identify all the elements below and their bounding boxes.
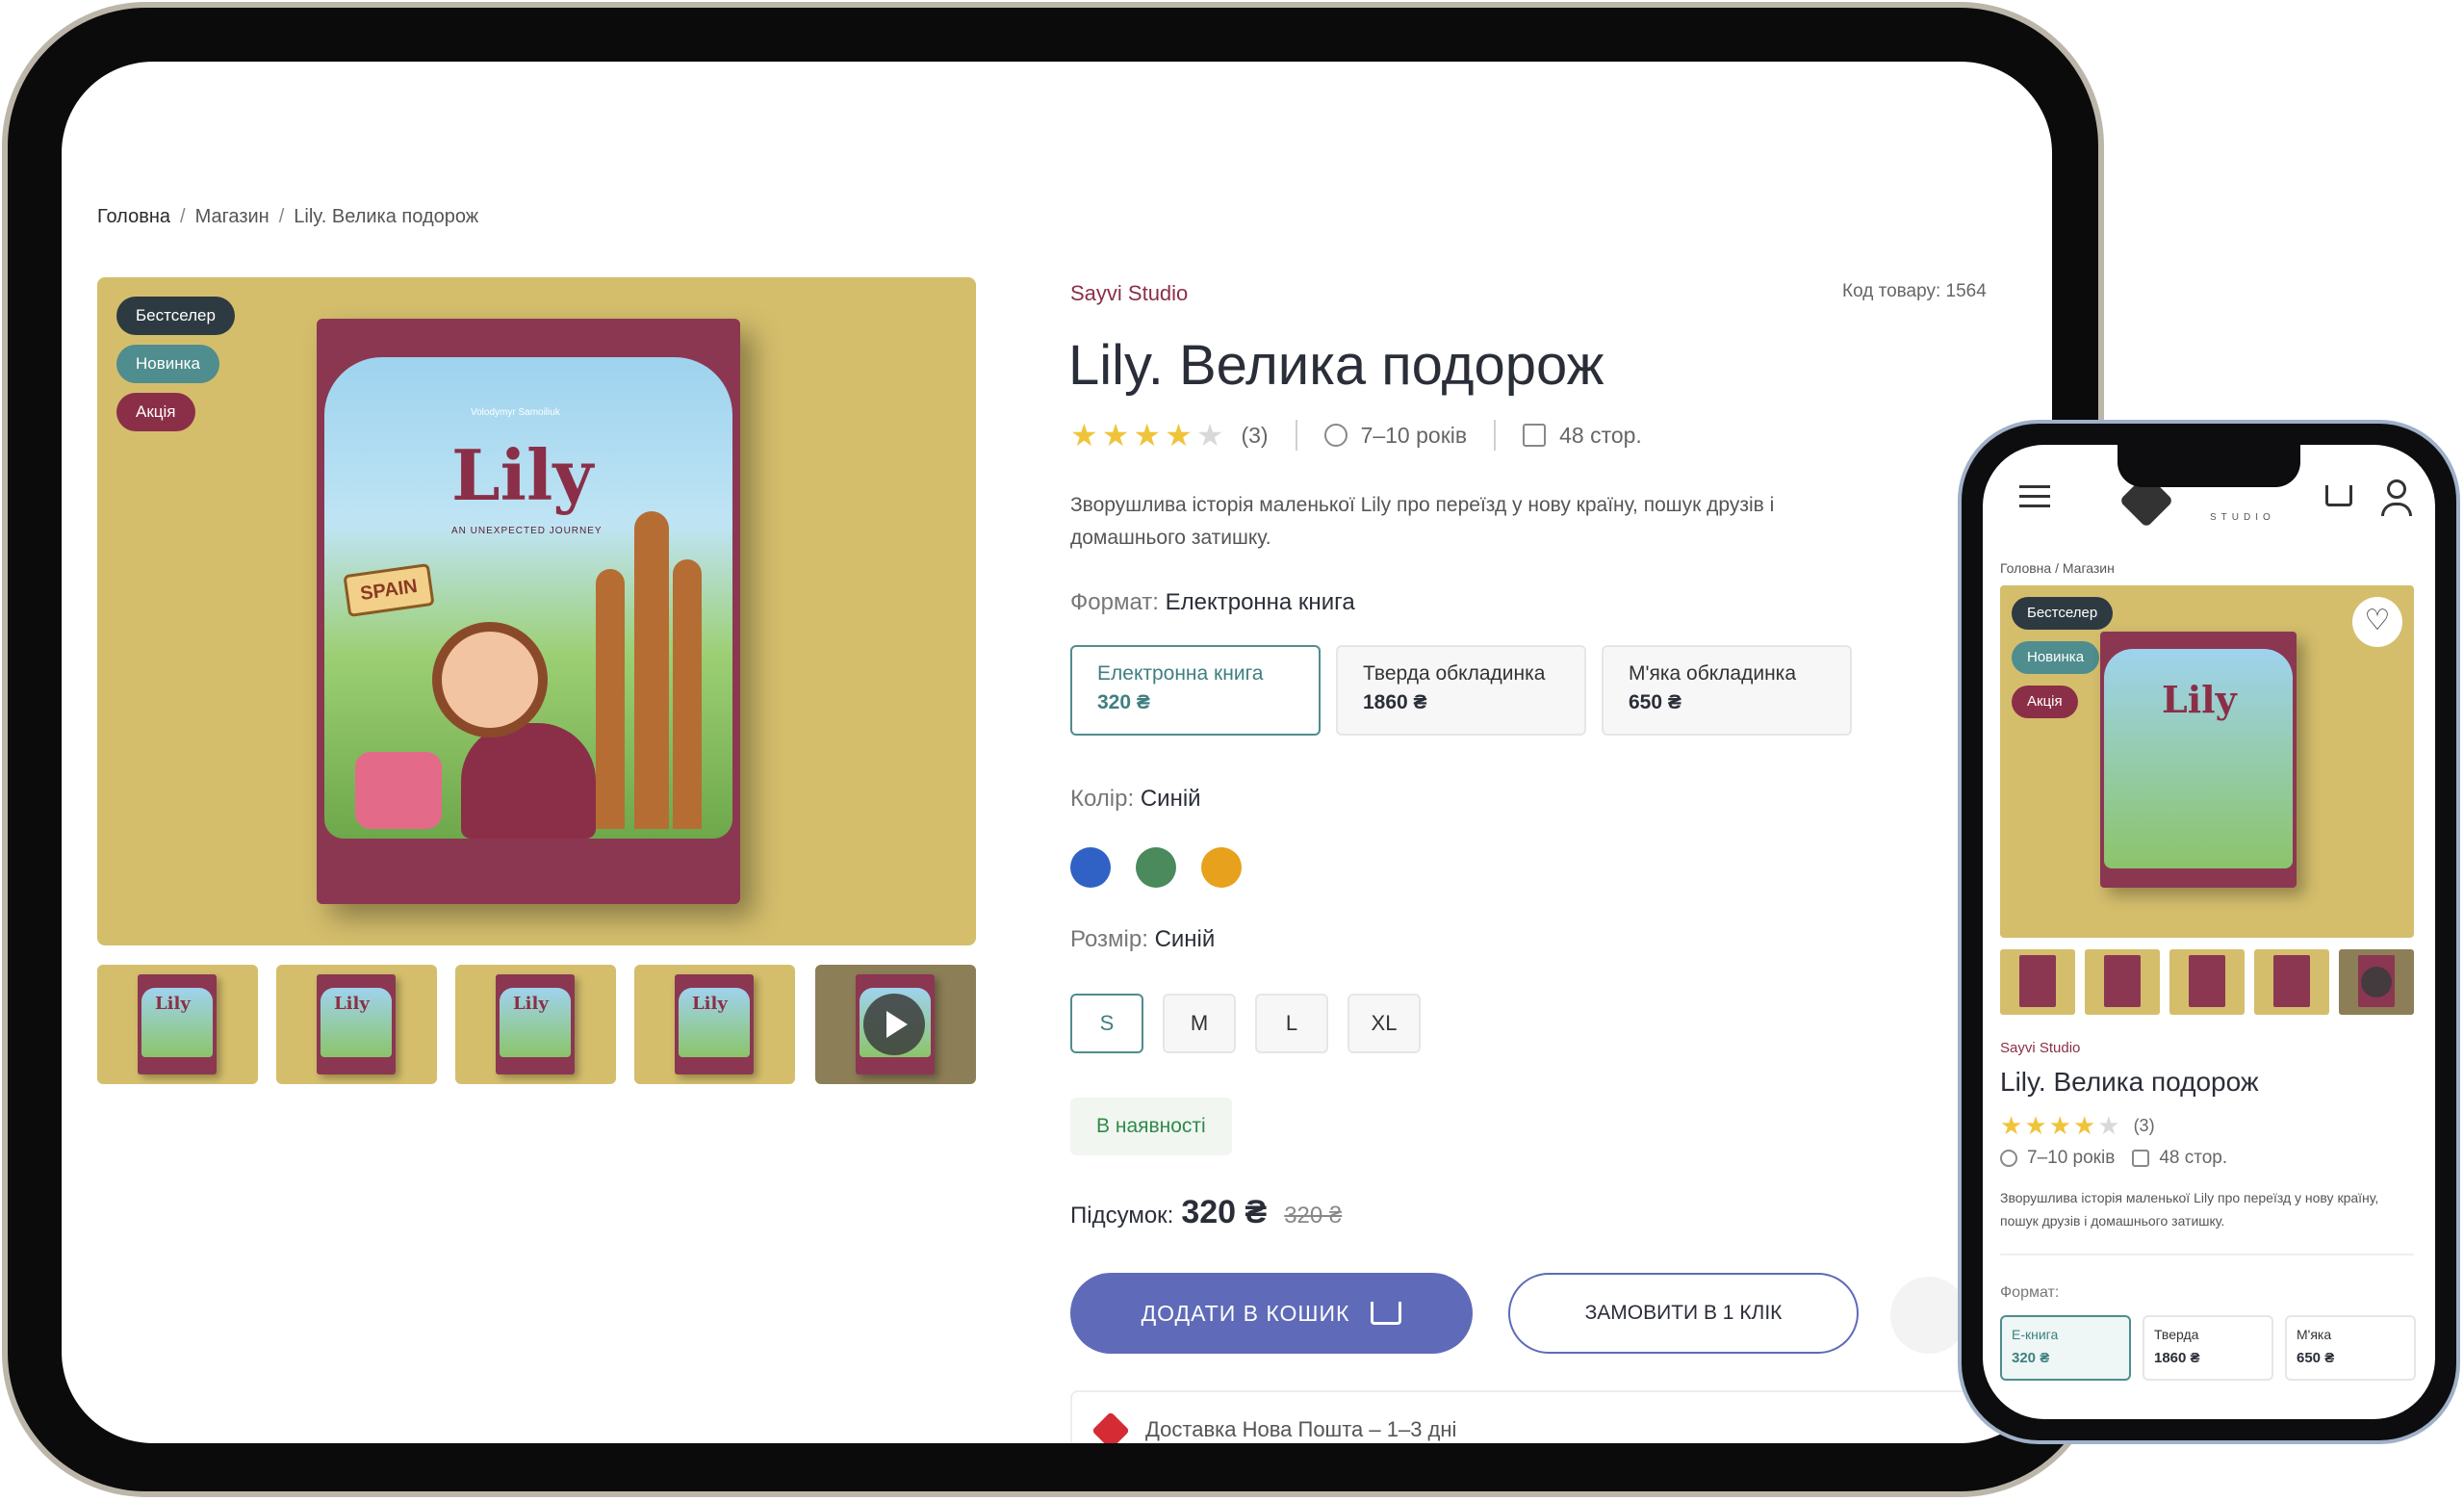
phone-screen: STUDIO Головна / Магазин Бестселер Новин… [1983,445,2435,1419]
book-icon [1523,424,1547,447]
format-option-paperback[interactable]: М'яка 650 ₴ [2285,1315,2416,1381]
thumbnail[interactable]: Lily [455,965,616,1084]
age-icon [1323,424,1348,447]
format-option-ebook[interactable]: Електронна книга 320 ₴ [1070,645,1321,736]
product-main-image[interactable]: Бестселер Новинка Акція Volodymyr Samoil… [97,277,976,945]
badge-new: Новинка [2012,641,2100,674]
format-option-hardcover[interactable]: Тверда 1860 ₴ [2143,1315,2273,1381]
delivery-info: Доставка Нова Пошта – 1–3 дні [1070,1390,2052,1443]
book-cover: Lily [2100,632,2297,888]
product-code: Код товару: 1564 [1842,281,1987,301]
heart-icon[interactable]: ♡ [2352,597,2402,647]
logo-text: STUDIO [2210,512,2275,523]
product-description: Зворушлива історія маленької Lily про пе… [2000,1190,2379,1229]
phone-frame: STUDIO Головна / Магазин Бестселер Новин… [1958,420,2460,1444]
size-option-xl[interactable]: XL [1348,994,1421,1053]
badge-sale: Акція [2012,686,2078,718]
size-option-m[interactable]: M [1163,994,1236,1053]
product-description: Зворушлива історія маленької Lily про пе… [1070,494,1775,549]
breadcrumb-shop[interactable]: Магазин [195,206,270,227]
age-icon [2000,1150,2017,1167]
badge-bestseller: Бестселер [116,297,235,335]
book-cover: Volodymyr Samoiliuk Lily AN UNEXPECTED J… [317,319,740,904]
thumbnail[interactable] [2085,949,2160,1015]
format-option-ebook[interactable]: Е-книга 320 ₴ [2000,1315,2131,1381]
size-selected: Синій [1154,926,1216,952]
cart-icon [1371,1302,1402,1325]
rating-count[interactable]: (3) [1241,423,1268,449]
color-label: Колір: Синій [1070,786,1201,812]
backpack-illustration [355,752,442,829]
menu-icon[interactable] [2019,485,2050,514]
mobile-thumbnail-gallery [2000,949,2414,1015]
breadcrumb: Головна / Магазин / Lily. Велика подорож [97,206,479,227]
format-option-hardcover[interactable]: Тверда обкладинка 1860 ₴ [1336,645,1586,736]
tablet-frame: Головна / Магазин / Lily. Велика подорож Бес… [2,2,2104,1497]
nova-poshta-icon [1091,1411,1130,1443]
brand-name[interactable]: Sayvi Studio [1070,281,1188,306]
add-to-cart-button[interactable]: ДОДАТИ В КОШИК [1070,1273,1473,1354]
mobile-product-image[interactable]: Бестселер Новинка Акція ♡ Lily [2000,585,2414,938]
thumbnail[interactable] [2254,949,2329,1015]
divider [2000,1254,2414,1255]
rating: ★ ★ ★ ★ ★ (3) [2000,1111,2155,1140]
color-selected: Синій [1140,786,1201,812]
girl-illustration [432,622,548,738]
product-title: Lily. Велика подорож [1068,334,1604,397]
badge-bestseller: Бестселер [2012,597,2114,630]
star-icon: ★ [1165,418,1193,453]
star-icon: ★ [1070,418,1098,453]
play-icon[interactable] [2361,967,2392,997]
product-meta: ★ ★ ★ ★ ★ (3) 7–10 років 48 стор. [1070,418,1642,453]
video-thumbnail[interactable] [2339,949,2414,1015]
stock-status: В наявності [1070,1098,1232,1155]
book-cover-title: Lily [451,434,594,516]
old-price: 320 ₴ [1284,1203,1343,1229]
book-icon [2132,1150,2150,1167]
one-click-order-button[interactable]: ЗАМОВИТИ В 1 КЛІК [1508,1273,1859,1354]
badge-new: Новинка [116,345,219,383]
book-cover-subtitle: AN UNEXPECTED JOURNEY [451,526,603,536]
page-count: 48 стор. [1559,422,1642,448]
thumbnail[interactable]: Lily [634,965,795,1084]
tablet-screen: Головна / Магазин / Lily. Велика подорож Бес… [62,62,2052,1443]
age-range: 7–10 років [1360,422,1468,448]
format-label: Формат: Електронна книга [1070,589,1355,615]
brand-name[interactable]: Sayvi Studio [2000,1040,2080,1056]
thumbnail[interactable] [2169,949,2245,1015]
star-icon: ★ [1195,418,1224,453]
thumbnail[interactable]: Lily [97,965,258,1084]
product-meta: 7–10 років 48 стор. [2000,1148,2227,1169]
thumbnail[interactable]: Lily [276,965,437,1084]
format-label: Формат: [2000,1284,2060,1301]
breadcrumb-current: Lily. Велика подорож [294,206,479,227]
current-price: 320 ₴ [1181,1194,1268,1230]
wishlist-button[interactable] [1890,1277,1967,1354]
badge-sale: Акція [116,393,195,431]
color-swatch-orange[interactable] [1201,847,1242,888]
size-label: Розмір: Синій [1070,926,1216,952]
play-icon[interactable] [863,994,925,1055]
star-icon: ★ [1101,418,1130,453]
product-title: Lily. Велика подорож [2000,1067,2259,1097]
video-thumbnail[interactable] [815,965,976,1084]
mobile-breadcrumb[interactable]: Головна / Магазин [2000,560,2115,576]
thumbnail[interactable] [2000,949,2075,1015]
star-icon: ★ [1133,418,1162,453]
book-author: Volodymyr Samoiliuk [471,407,560,418]
size-option-l[interactable]: L [1255,994,1328,1053]
format-selected: Електронна книга [1165,589,1355,615]
color-swatch-green[interactable] [1136,847,1176,888]
breadcrumb-home[interactable]: Головна [97,206,170,227]
color-swatch-blue[interactable] [1070,847,1111,888]
total-price: Підсумок: 320 ₴ 320 ₴ [1070,1194,1343,1230]
size-option-s[interactable]: S [1070,994,1143,1053]
user-icon[interactable] [2387,479,2406,499]
format-option-paperback[interactable]: М'яка обкладинка 650 ₴ [1602,645,1852,736]
thumbnail-gallery: Lily Lily Lily Lily [97,965,976,1084]
cart-icon[interactable] [2325,485,2352,506]
